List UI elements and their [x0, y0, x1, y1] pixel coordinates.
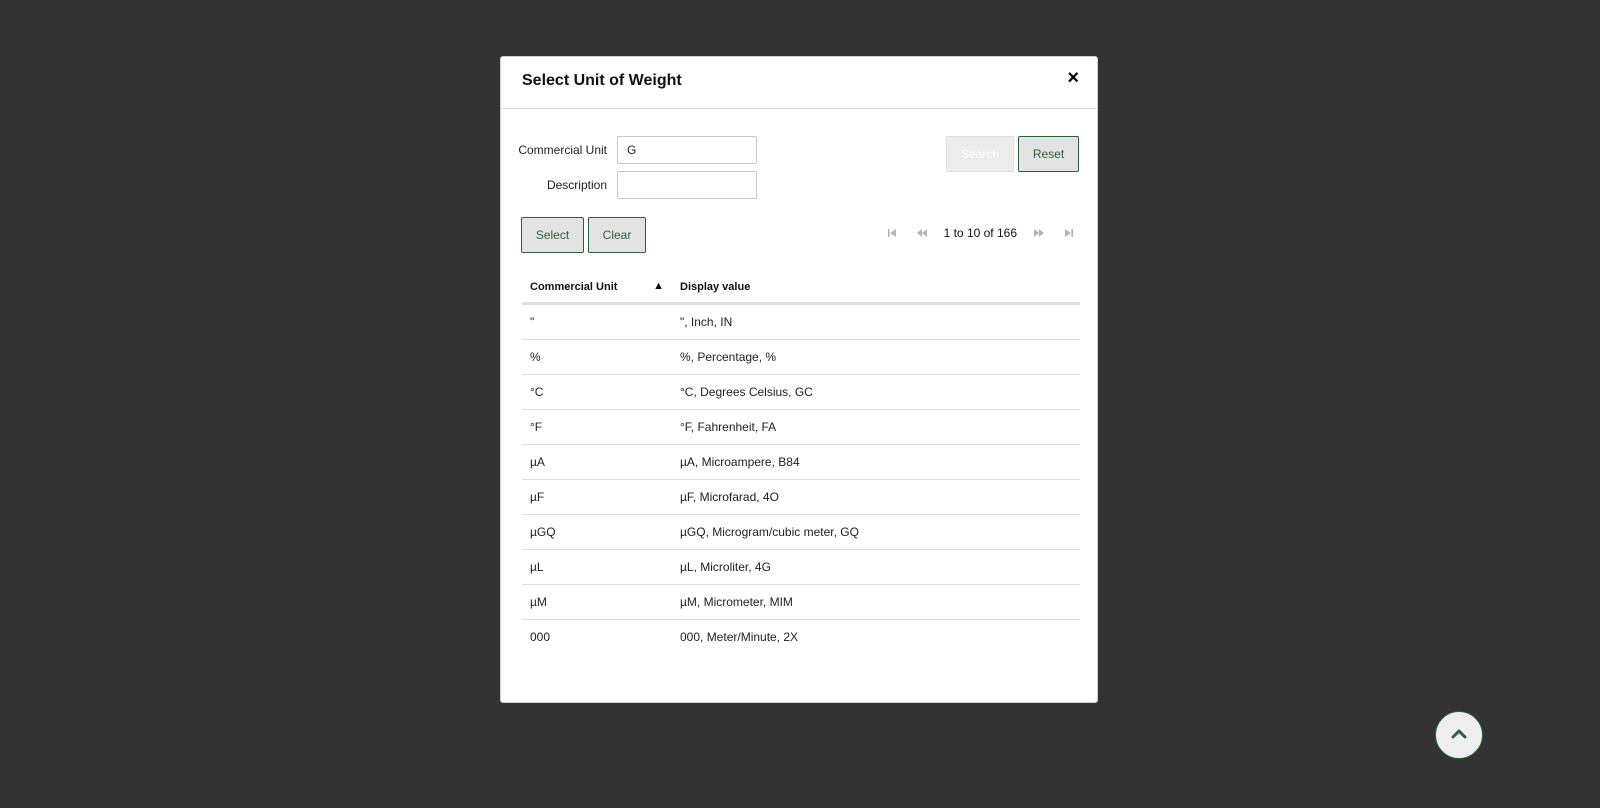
- table-row[interactable]: 000 000, Meter/Minute, 2X: [522, 620, 1080, 654]
- table-row[interactable]: µA µA, Microampere, B84: [522, 445, 1080, 480]
- cell-unit: 000: [530, 630, 551, 644]
- search-button[interactable]: Search: [946, 136, 1014, 172]
- chevron-up-icon: [1451, 726, 1467, 744]
- last-page-icon[interactable]: [1061, 225, 1077, 241]
- cell-display: ", Inch, IN: [680, 315, 733, 329]
- dialog-title: Select Unit of Weight: [522, 72, 682, 89]
- column-header-display-value[interactable]: Display value: [672, 281, 1080, 293]
- cell-display: µA, Microampere, B84: [680, 455, 800, 469]
- units-table: Commercial Unit ▲ Display value " ", Inch…: [522, 272, 1080, 654]
- description-label: Description: [546, 178, 607, 192]
- cell-display: %, Percentage, %: [680, 350, 777, 364]
- cell-unit: ": [530, 315, 535, 329]
- description-field-row: Description: [501, 171, 757, 199]
- table-row[interactable]: °C °C, Degrees Celsius, GC: [522, 375, 1080, 410]
- cell-unit: µA: [530, 455, 545, 469]
- select-unit-dialog: Select Unit of Weight × Commercial Unit …: [500, 56, 1098, 703]
- scroll-to-top-button[interactable]: [1435, 711, 1483, 759]
- cell-display: µL, Microliter, 4G: [680, 560, 771, 574]
- table-row[interactable]: " ", Inch, IN: [522, 305, 1080, 340]
- cell-unit: °F: [530, 420, 543, 434]
- reset-button[interactable]: Reset: [1018, 136, 1079, 172]
- sort-ascending-icon[interactable]: ▲: [653, 280, 664, 292]
- page-range-text: 1 to 10 of 166: [943, 226, 1017, 240]
- column-header-commercial-unit[interactable]: Commercial Unit ▲: [522, 280, 672, 293]
- next-page-icon[interactable]: [1031, 225, 1047, 241]
- table-row[interactable]: °F °F, Fahrenheit, FA: [522, 410, 1080, 445]
- cell-display: 000, Meter/Minute, 2X: [680, 630, 799, 644]
- cell-unit: µGQ: [530, 525, 556, 539]
- table-row[interactable]: % %, Percentage, %: [522, 340, 1080, 375]
- cell-display: µGQ, Microgram/cubic meter, GQ: [680, 525, 859, 539]
- commercial-unit-label: Commercial Unit: [518, 143, 607, 157]
- clear-button[interactable]: Clear: [588, 217, 646, 253]
- cell-display: µF, Microfarad, 4O: [680, 490, 779, 504]
- cell-display: µM, Micrometer, MIM: [680, 595, 793, 609]
- table-row[interactable]: µL µL, Microliter, 4G: [522, 550, 1080, 585]
- cell-unit: µF: [530, 490, 545, 504]
- dialog-header: Select Unit of Weight ×: [501, 57, 1097, 109]
- column-header-label: Commercial Unit: [530, 281, 618, 293]
- close-icon[interactable]: ×: [1067, 67, 1079, 89]
- previous-page-icon[interactable]: [914, 225, 930, 241]
- table-body: " ", Inch, IN % %, Percentage, % °C °C, Deg…: [522, 305, 1080, 654]
- pagination: 1 to 10 of 166: [884, 225, 1077, 241]
- table-row[interactable]: µM µM, Micrometer, MIM: [522, 585, 1080, 620]
- cell-display: °F, Fahrenheit, FA: [680, 420, 777, 434]
- cell-unit: µM: [530, 595, 547, 609]
- commercial-unit-field-row: Commercial Unit: [501, 136, 757, 164]
- first-page-icon[interactable]: [884, 225, 900, 241]
- table-row[interactable]: µGQ µGQ, Microgram/cubic meter, GQ: [522, 515, 1080, 550]
- select-button[interactable]: Select: [521, 217, 584, 253]
- commercial-unit-input[interactable]: [617, 136, 757, 164]
- cell-unit: µL: [530, 560, 544, 574]
- cell-unit: %: [530, 350, 541, 364]
- table-row[interactable]: µF µF, Microfarad, 4O: [522, 480, 1080, 515]
- description-input[interactable]: [617, 171, 757, 199]
- cell-display: °C, Degrees Celsius, GC: [680, 385, 813, 399]
- cell-unit: °C: [530, 385, 544, 399]
- table-header: Commercial Unit ▲ Display value: [522, 272, 1080, 305]
